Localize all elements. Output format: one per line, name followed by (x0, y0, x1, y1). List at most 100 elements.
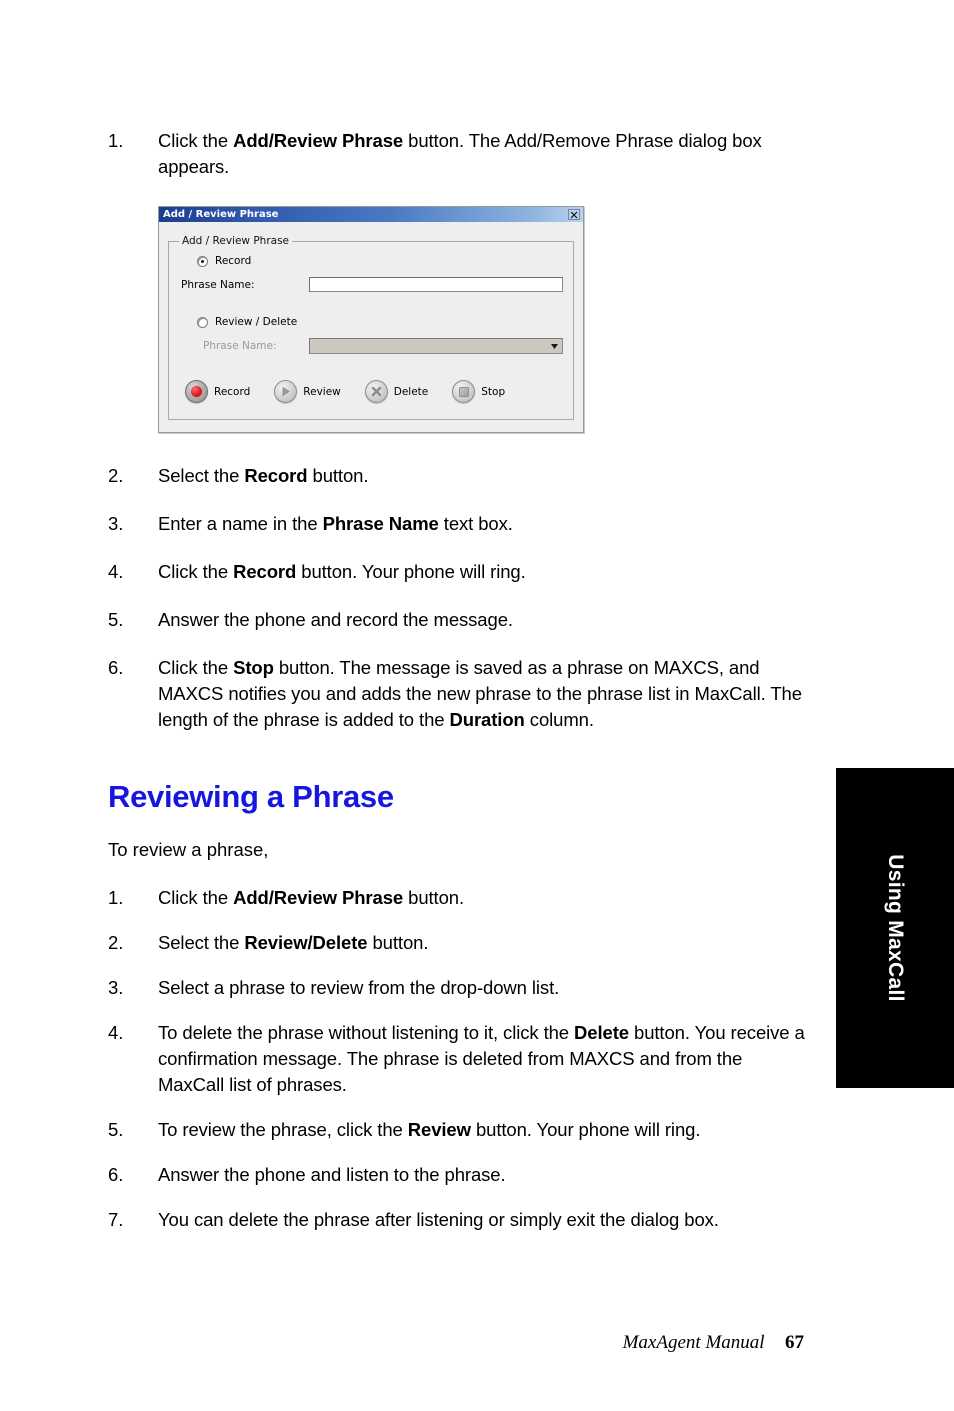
play-triangle-icon (274, 380, 298, 403)
lead-paragraph: To review a phrase, (108, 839, 269, 860)
plain-text: text box. (438, 513, 513, 534)
add-review-phrase-groupbox: Add / Review Phrase Record Phrase Name: (168, 235, 574, 420)
stop-square (458, 386, 469, 397)
plain-text: Select the (158, 932, 245, 953)
record-circle-icon (185, 380, 208, 403)
emphasis-text: Duration (449, 709, 525, 730)
list-item-number: 1. (108, 130, 124, 151)
plain-text: button. (367, 932, 429, 953)
list-item: 2. Select the Record button. (108, 463, 808, 489)
emphasis-text: Record (233, 561, 297, 582)
chevron-down-icon[interactable] (547, 339, 562, 353)
delete-button-label: Delete (393, 385, 429, 398)
emphasis-text: Add/Review Phrase (233, 130, 404, 151)
record-dot (191, 386, 202, 397)
review-phrase-name-label: Phrase Name: (203, 340, 277, 352)
list-item-number: 5. (108, 609, 124, 630)
review-phrase-name-dropdown[interactable] (309, 338, 563, 354)
footer-page-number: 67 (785, 1332, 804, 1353)
list-item-text: Select the Review/Delete button. (158, 932, 428, 953)
list-item-text: Select the Record button. (158, 465, 368, 486)
page-footer: MaxAgent Manual 67 (0, 1332, 954, 1354)
close-icon[interactable] (568, 209, 580, 220)
list-item-text: To delete the phrase without listening t… (158, 1022, 805, 1095)
list-item-number: 2. (108, 932, 124, 953)
document-page: 1. Click the Add/Review Phrase button. Th… (0, 0, 954, 1411)
list-item: 2. Select the Review/Delete button. (108, 930, 808, 956)
groupbox-legend: Add / Review Phrase (182, 235, 290, 247)
list-item-number: 2. (108, 465, 124, 486)
list-item-text: Select a phrase to review from the drop-… (158, 977, 559, 998)
list-item-text: Enter a name in the Phrase Name text box… (158, 513, 513, 534)
record-phrase-name-label: Phrase Name: (181, 278, 255, 291)
x-mark-icon (364, 380, 388, 403)
list-item-text: Click the Stop button. The message is sa… (158, 657, 802, 730)
list-item: 3. Select a phrase to review from the dro… (108, 975, 808, 1001)
list-item: 1. Click the Add/Review Phrase button. Th… (108, 128, 808, 180)
emphasis-text: Record (244, 465, 308, 486)
stop-square-icon (452, 380, 476, 403)
list-item-text: Answer the phone and record the message. (158, 609, 513, 630)
plain-text: Select a phrase to review from the drop-… (158, 977, 560, 998)
plain-text: To review the phrase, click the (158, 1119, 408, 1140)
dialog-titlebar: Add / Review Phrase (159, 207, 583, 222)
plain-text: button. Your phone will ring. (296, 561, 526, 582)
media-button-row: Record Review Delete Stop (185, 380, 563, 403)
list-item-text: Click the Add/Review Phrase button. The … (158, 130, 762, 177)
review-delete-radio-button[interactable] (197, 316, 208, 328)
steps-list-add: 1. Click the Add/Review Phrase button. Th… (108, 128, 808, 180)
plain-text: You can delete the phrase after listenin… (158, 1209, 719, 1230)
steps-list-record: 2. Select the Record button. 3. Enter a nam… (108, 463, 808, 733)
dialog-screenshot-figure: Add / Review Phrase Add / Review Phrase … (158, 206, 586, 433)
record-radio-button[interactable] (197, 255, 208, 267)
page-title: Reviewing a Phrase (108, 779, 394, 814)
plain-text: button. Your phone will ring. (470, 1119, 701, 1140)
dialog-title: Add / Review Phrase (163, 209, 279, 220)
emphasis-text: Review (407, 1119, 471, 1140)
list-item-number: 1. (108, 887, 124, 908)
footer-manual-title: MaxAgent Manual (622, 1332, 765, 1353)
record-radio-label: Record (215, 255, 252, 267)
review-button[interactable]: Review (274, 380, 341, 403)
chapter-side-tab: Using MaxCall (836, 768, 954, 1088)
delete-button[interactable]: Delete (364, 380, 429, 403)
list-item: 4. To delete the phrase without listening… (108, 1020, 808, 1098)
plain-text: column. (524, 709, 594, 730)
record-phrase-name-row: Phrase Name: (179, 277, 563, 292)
record-phrase-name-input[interactable] (309, 277, 563, 292)
list-item-number: 6. (108, 1164, 124, 1185)
plain-text: Enter a name in the (158, 513, 323, 534)
plain-text: Click the (158, 887, 234, 908)
plain-text: Answer the phone and record the message. (158, 609, 513, 630)
add-review-phrase-dialog: Add / Review Phrase Add / Review Phrase … (158, 206, 584, 433)
emphasis-text: Phrase Name (322, 513, 439, 534)
plain-text: Click the (158, 561, 234, 582)
review-phrase-name-row: Phrase Name: (179, 338, 563, 354)
plain-text: Select the (158, 465, 245, 486)
list-item: 6. Answer the phone and listen to the phr… (108, 1162, 808, 1188)
list-item: 1. Click the Add/Review Phrase button. (108, 885, 808, 911)
record-button-label: Record (214, 385, 251, 398)
record-radio-row[interactable]: Record (197, 255, 563, 267)
record-button[interactable]: Record (185, 380, 250, 403)
emphasis-text: Stop (233, 657, 274, 678)
page-content: 1. Click the Add/Review Phrase button. Th… (108, 128, 808, 1252)
plain-text: Click the (158, 657, 234, 678)
list-item: 3. Enter a name in the Phrase Name text b… (108, 511, 808, 537)
list-item: 5. Answer the phone and record the messag… (108, 607, 808, 633)
plain-text: button. (403, 887, 465, 908)
list-item-number: 7. (108, 1209, 124, 1230)
stop-button[interactable]: Stop (452, 380, 505, 403)
emphasis-text: Add/Review Phrase (233, 887, 404, 908)
review-button-label: Review (303, 385, 341, 398)
list-item-number: 5. (108, 1119, 124, 1140)
steps-list-review: 1. Click the Add/Review Phrase button. 2. S… (108, 885, 808, 1233)
dialog-body: Add / Review Phrase Record Phrase Name: (159, 222, 583, 432)
list-item-text: Click the Record button. Your phone will… (158, 561, 526, 582)
list-item: 6. Click the Stop button. The message is … (108, 655, 808, 733)
review-delete-radio-label: Review / Delete (215, 316, 298, 328)
review-delete-radio-row[interactable]: Review / Delete (197, 316, 563, 328)
plain-text: Answer the phone and listen to the phras… (158, 1164, 506, 1185)
list-item-number: 3. (108, 977, 124, 998)
